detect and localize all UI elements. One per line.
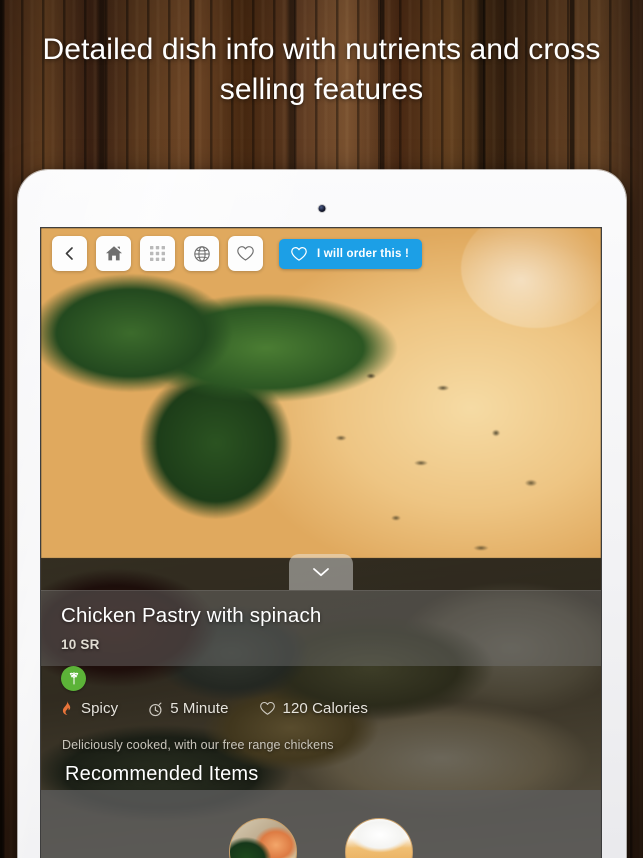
app-toolbar: I will order this ! bbox=[52, 236, 422, 271]
home-icon bbox=[105, 246, 122, 261]
dish-attribute-spicy: Spicy bbox=[61, 700, 118, 717]
grid-dots-icon bbox=[150, 246, 165, 261]
heart-outline-icon bbox=[237, 246, 254, 261]
menu-grid-button[interactable] bbox=[140, 236, 175, 271]
heart-outline-icon bbox=[291, 246, 307, 261]
diet-badge bbox=[61, 666, 86, 691]
dish-info-panel: Chicken Pastry with spinach 10 SR Spicy … bbox=[41, 590, 601, 858]
recommended-items-list bbox=[41, 818, 601, 858]
dish-price: 10 SR bbox=[61, 637, 100, 652]
dish-description: Deliciously cooked, with our free range … bbox=[62, 738, 334, 752]
promo-headline-line-1: Detailed dish info with nutrients and cr… bbox=[42, 33, 601, 66]
dish-attribute-calories: 120 Calories bbox=[259, 700, 368, 717]
promo-headline: Detailed dish info with nutrients and cr… bbox=[28, 30, 615, 110]
stopwatch-icon bbox=[149, 702, 162, 716]
dish-attribute-time-label: 5 Minute bbox=[170, 700, 229, 717]
dish-attribute-spicy-label: Spicy bbox=[81, 700, 119, 717]
language-button[interactable] bbox=[184, 236, 219, 271]
recommended-item-2[interactable] bbox=[345, 818, 413, 858]
flame-icon bbox=[62, 701, 71, 715]
dish-attribute-calories-label: 120 Calories bbox=[282, 700, 368, 717]
chevron-down-icon bbox=[313, 568, 329, 577]
tablet-screen: I will order this ! Chicken Pastry with … bbox=[41, 228, 601, 858]
dish-title: Chicken Pastry with spinach bbox=[61, 604, 322, 627]
order-button[interactable]: I will order this ! bbox=[279, 238, 422, 269]
recommended-item-1[interactable] bbox=[229, 818, 297, 858]
globe-icon bbox=[193, 245, 210, 262]
plate-edge bbox=[461, 228, 601, 328]
dish-attributes: Spicy 5 Minute 120 Calories bbox=[61, 700, 368, 717]
heart-outline-icon bbox=[259, 701, 275, 715]
vegetable-icon bbox=[69, 672, 78, 685]
recommended-items-heading: Recommended Items bbox=[65, 763, 259, 785]
collapse-details-button[interactable] bbox=[289, 554, 353, 590]
dish-attribute-time: 5 Minute bbox=[148, 700, 228, 717]
promo-headline-line-2: selling features bbox=[219, 73, 424, 106]
dish-title-band: Chicken Pastry with spinach 10 SR bbox=[41, 590, 601, 666]
tablet-device: I will order this ! Chicken Pastry with … bbox=[18, 170, 626, 858]
front-camera-dot-icon bbox=[318, 205, 326, 212]
chevron-left-icon bbox=[65, 247, 73, 260]
order-button-label: I will order this ! bbox=[317, 247, 409, 260]
home-button[interactable] bbox=[96, 236, 131, 271]
favorite-button[interactable] bbox=[228, 236, 263, 271]
back-button[interactable] bbox=[52, 236, 87, 271]
